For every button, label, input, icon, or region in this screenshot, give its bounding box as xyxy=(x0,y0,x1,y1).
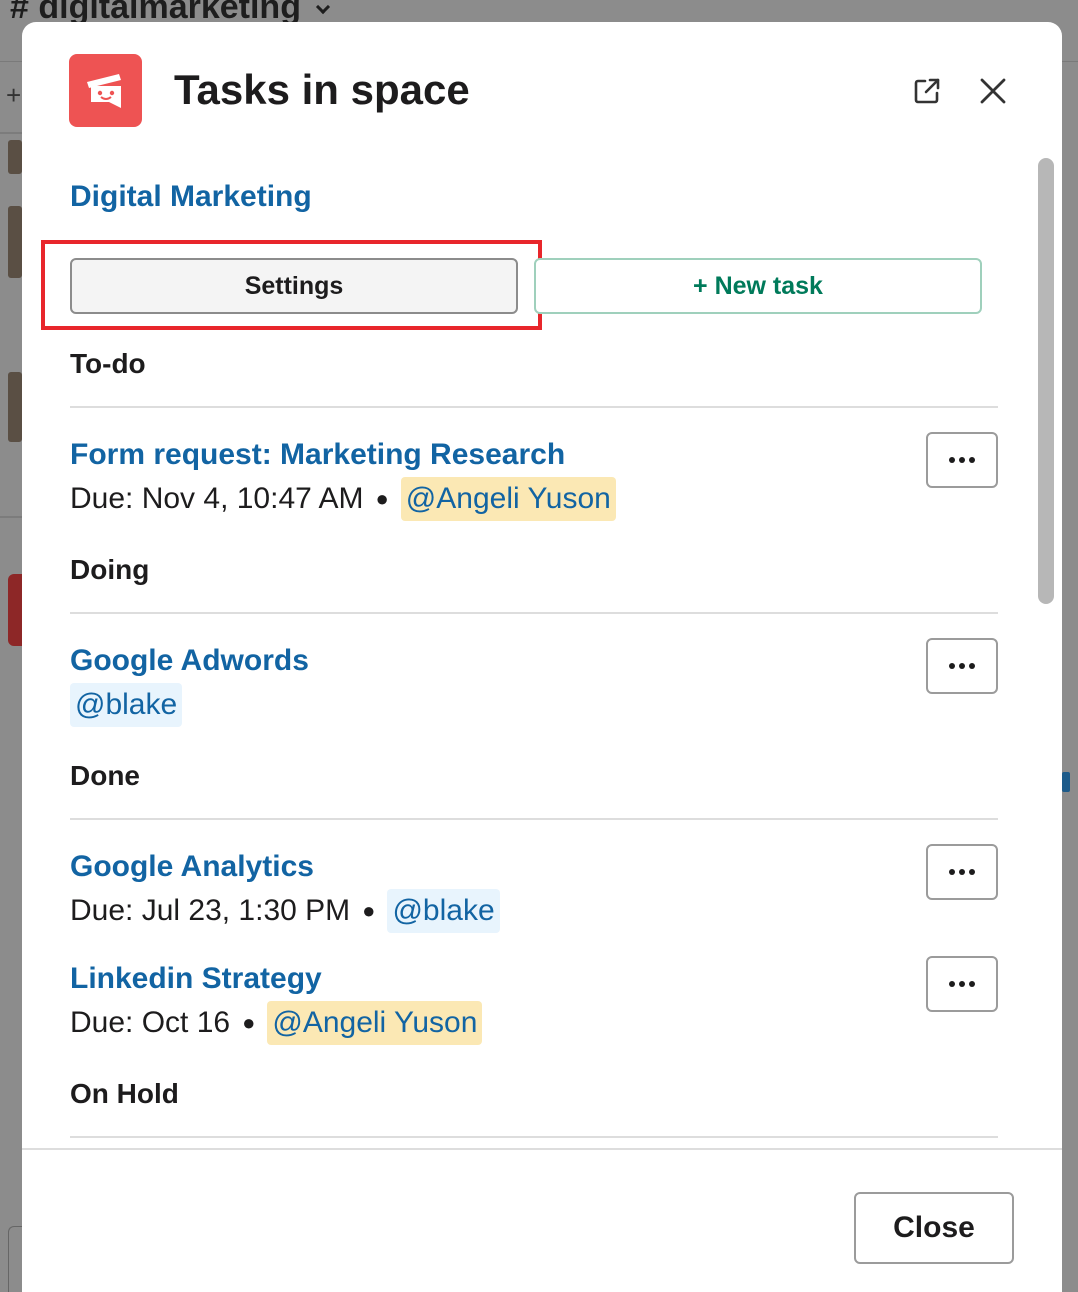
task-due-date: Due: Jul 23, 1:30 PM xyxy=(70,894,351,927)
chevron-down-icon xyxy=(315,0,331,15)
section-title-on-hold: On Hold xyxy=(70,1078,179,1109)
more-actions-button[interactable] xyxy=(926,956,998,1012)
section-divider xyxy=(70,612,998,614)
external-link-icon[interactable] xyxy=(908,72,946,110)
task-meta: Due: Nov 4, 10:47 AM ● @Angeli Yuson xyxy=(70,476,616,522)
section-title-todo: To-do xyxy=(70,348,146,379)
background-avatar xyxy=(8,140,22,174)
separator-dot: ● xyxy=(362,898,376,923)
task-meta: @blake xyxy=(70,682,183,728)
more-actions-button[interactable] xyxy=(926,638,998,694)
modal-body[interactable]: Digital Marketing Settings + New task To… xyxy=(22,158,1062,1148)
task-meta: Due: Oct 16 ● @Angeli Yuson xyxy=(70,1000,483,1046)
scrollbar[interactable] xyxy=(1038,158,1054,604)
section-divider xyxy=(70,406,998,408)
assignee-mention[interactable]: @blake xyxy=(387,889,500,933)
section-title-doing: Doing xyxy=(70,554,150,585)
space-name-link[interactable]: Digital Marketing xyxy=(70,180,312,214)
task-due-date: Due: Oct 16 xyxy=(70,1006,231,1039)
tasks-modal: Tasks in space Digital Marketing Setting… xyxy=(22,22,1062,1292)
assignee-mention[interactable]: @Angeli Yuson xyxy=(400,477,616,521)
separator-dot: ● xyxy=(375,486,389,511)
new-task-button[interactable]: + New task xyxy=(534,258,982,314)
settings-button[interactable]: Settings xyxy=(70,258,518,314)
close-button[interactable]: Close xyxy=(854,1192,1014,1264)
separator-dot: ● xyxy=(242,1010,256,1035)
modal-title: Tasks in space xyxy=(174,66,470,113)
task-due-date: Due: Nov 4, 10:47 AM xyxy=(70,482,364,515)
task-title-link[interactable]: Google Adwords xyxy=(70,644,309,678)
background-divider xyxy=(0,516,22,518)
background-red-element xyxy=(8,574,22,646)
background-message-input xyxy=(8,1226,22,1292)
task-title-link[interactable]: Form request: Marketing Research xyxy=(70,438,565,472)
task-meta: Due: Jul 23, 1:30 PM ● @blake xyxy=(70,888,500,934)
close-icon[interactable] xyxy=(974,72,1012,110)
section-divider xyxy=(70,1136,998,1138)
background-avatar xyxy=(8,372,22,442)
background-link-fragment xyxy=(1062,772,1070,792)
background-divider xyxy=(0,132,22,134)
more-actions-button[interactable] xyxy=(926,844,998,900)
tasks-app-logo-icon xyxy=(69,54,142,127)
modal-footer: Close xyxy=(22,1148,1062,1292)
assignee-mention[interactable]: @Angeli Yuson xyxy=(267,1001,483,1045)
background-avatar xyxy=(8,206,22,278)
section-divider xyxy=(70,818,998,820)
section-title-done: Done xyxy=(70,760,140,791)
task-title-link[interactable]: Linkedin Strategy xyxy=(70,962,322,996)
modal-header: Tasks in space xyxy=(22,22,1062,158)
task-title-link[interactable]: Google Analytics xyxy=(70,850,314,884)
assignee-mention[interactable]: @blake xyxy=(70,683,183,727)
more-actions-button[interactable] xyxy=(926,432,998,488)
add-icon: + xyxy=(6,80,22,110)
